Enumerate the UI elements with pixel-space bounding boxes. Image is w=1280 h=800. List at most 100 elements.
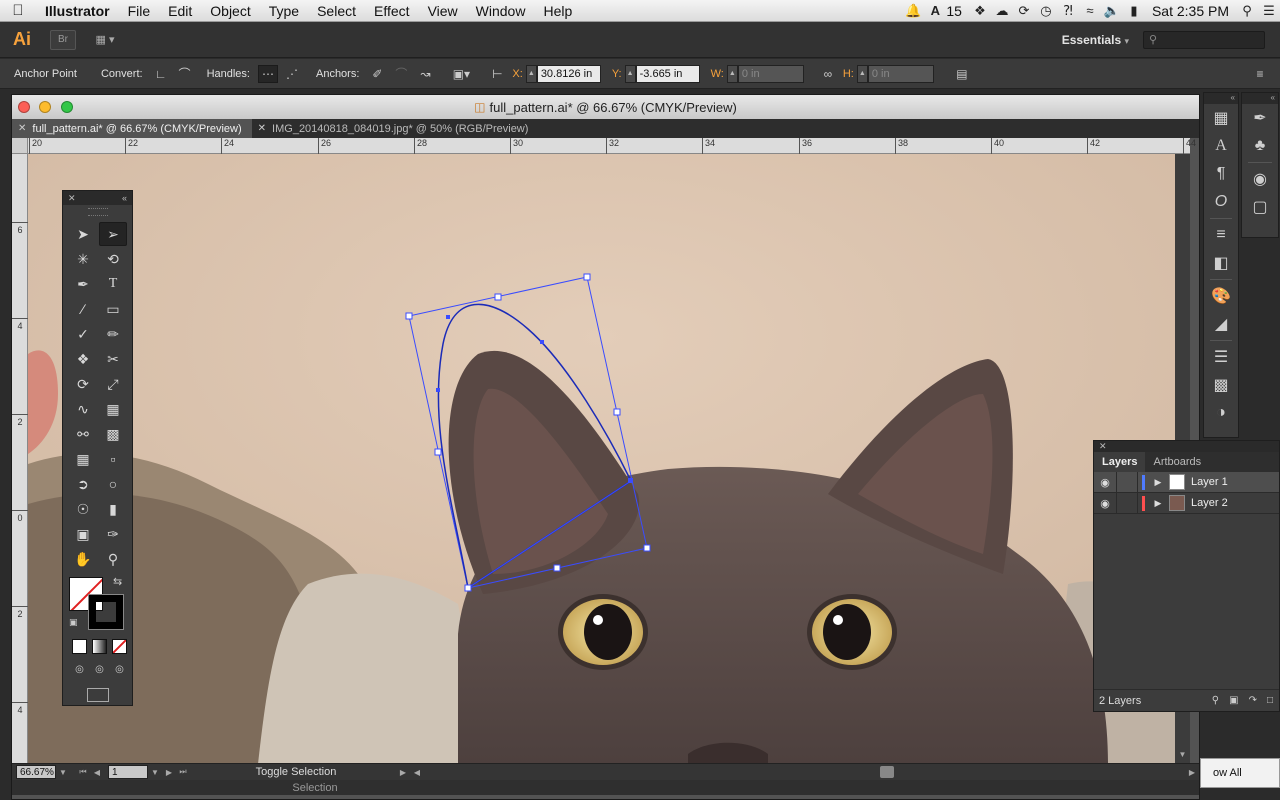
notification-bell-icon[interactable]: 🔔 bbox=[902, 3, 924, 19]
color-panel-icon[interactable]: 🎨 bbox=[1204, 282, 1238, 310]
apple-menu-icon[interactable]:  bbox=[0, 2, 36, 19]
adobe-updates-icon[interactable]: A bbox=[924, 3, 946, 18]
mesh-tool-icon[interactable]: ▦ bbox=[69, 447, 97, 471]
zoom-window-button[interactable] bbox=[61, 101, 73, 113]
pen-tool-icon[interactable]: ✒ bbox=[69, 272, 97, 296]
tab-layers[interactable]: Layers bbox=[1094, 452, 1146, 472]
draw-behind-icon[interactable]: ◎ bbox=[92, 664, 107, 678]
selection-tool-icon[interactable]: ➤ bbox=[69, 222, 97, 246]
bluetooth-icon[interactable]: ⁈ bbox=[1057, 3, 1079, 19]
menu-view[interactable]: View bbox=[419, 3, 467, 19]
new-layer-icon[interactable]: □ bbox=[1267, 695, 1273, 706]
vertical-ruler[interactable]: 6 4 2 0 2 4 bbox=[12, 154, 28, 764]
draw-normal-icon[interactable]: ◎ bbox=[72, 664, 87, 678]
horizontal-scrollbar[interactable] bbox=[440, 766, 1175, 778]
isolate-object-icon[interactable]: ▣▾ bbox=[451, 65, 471, 83]
transparency-panel-icon[interactable]: ◑ bbox=[1204, 399, 1238, 427]
zoom-dropdown-icon[interactable]: ▼ bbox=[56, 768, 70, 777]
panel-menu-icon[interactable]: ≡ bbox=[1250, 65, 1270, 83]
scroll-left-icon[interactable]: ◀ bbox=[410, 768, 424, 777]
previous-artboard-icon[interactable]: ◀ bbox=[90, 768, 104, 777]
connect-anchors-icon[interactable]: ⌒ bbox=[391, 65, 411, 83]
clock[interactable]: Sat 2:35 PM bbox=[1145, 3, 1236, 19]
notification-center-icon[interactable]: ☰ bbox=[1258, 3, 1280, 19]
close-window-button[interactable] bbox=[18, 101, 30, 113]
artboard-canvas[interactable] bbox=[28, 154, 1175, 764]
color-mode-icon[interactable] bbox=[72, 639, 87, 654]
make-clipping-mask-icon[interactable]: ▣ bbox=[1229, 695, 1238, 706]
last-artboard-icon[interactable]: ⏭ bbox=[176, 767, 190, 777]
symbols-panel-icon[interactable]: ♣ bbox=[1242, 132, 1278, 160]
close-panel-icon[interactable]: ✕ bbox=[68, 193, 76, 204]
default-fill-stroke-icon[interactable]: ▣ bbox=[69, 617, 78, 628]
x-position-input[interactable] bbox=[536, 64, 601, 83]
spotlight-search-icon[interactable]: ⚲ bbox=[1236, 3, 1258, 19]
color-guide-panel-icon[interactable]: ◢ bbox=[1204, 310, 1238, 338]
horizontal-ruler[interactable]: 20 22 24 26 28 30 32 34 36 38 40 42 44 bbox=[28, 138, 1196, 154]
blend-tool-icon[interactable]: ○ bbox=[99, 472, 127, 496]
gradient-tool-icon[interactable]: ▫ bbox=[99, 447, 127, 471]
gradient-panel-icon[interactable]: ▩ bbox=[1204, 371, 1238, 399]
lock-toggle[interactable] bbox=[1116, 492, 1138, 514]
rotate-tool-icon[interactable]: ⟳ bbox=[69, 372, 97, 396]
draw-inside-icon[interactable]: ◎ bbox=[112, 664, 127, 678]
align-panel-icon[interactable]: ≡ bbox=[1204, 221, 1238, 249]
rectangle-tool-icon[interactable]: ▭ bbox=[99, 297, 127, 321]
app-menu[interactable]: Illustrator bbox=[36, 3, 119, 19]
lasso-tool-icon[interactable]: ⟲ bbox=[99, 247, 127, 271]
bounding-box-handles[interactable] bbox=[405, 273, 651, 592]
collapse-dock-icon[interactable]: « bbox=[1242, 93, 1278, 104]
zoom-level-field[interactable]: 66.67% bbox=[16, 765, 56, 779]
paragraph-panel-icon[interactable]: ¶ bbox=[1204, 160, 1238, 188]
menu-help[interactable]: Help bbox=[534, 3, 581, 19]
stroke-swatch[interactable] bbox=[88, 594, 124, 630]
create-sublayer-icon[interactable]: ↷ bbox=[1249, 695, 1257, 706]
appearance-panel-icon[interactable]: ◉ bbox=[1242, 165, 1278, 193]
artboards-panel-icon[interactable]: ▦ bbox=[1204, 104, 1238, 132]
w-stepper[interactable]: ▲ bbox=[726, 64, 738, 83]
anchor-points[interactable] bbox=[436, 315, 633, 483]
tab-artboards[interactable]: Artboards bbox=[1145, 452, 1209, 472]
battery-icon[interactable]: ▮ bbox=[1123, 3, 1145, 19]
layer-name[interactable]: Layer 2 bbox=[1191, 497, 1228, 509]
convert-to-smooth-icon[interactable]: ⌒ bbox=[175, 65, 195, 83]
zoom-tool-icon[interactable]: ⚲ bbox=[99, 547, 127, 571]
panel-grip[interactable] bbox=[87, 208, 108, 216]
close-tab-icon[interactable]: ✕ bbox=[258, 123, 266, 134]
sync-icon[interactable]: ⟳ bbox=[1013, 3, 1035, 19]
shape-builder-tool-icon[interactable]: ⚯ bbox=[69, 422, 97, 446]
volume-icon[interactable]: 🔈 bbox=[1101, 3, 1123, 19]
h-stepper[interactable]: ▲ bbox=[856, 64, 868, 83]
ruler-origin[interactable] bbox=[12, 138, 28, 154]
artboard-number-field[interactable]: 1 bbox=[108, 765, 148, 779]
layer-row-layer-2[interactable]: ◉ ▶ Layer 2 bbox=[1094, 492, 1279, 514]
screen-mode-icon[interactable] bbox=[86, 688, 109, 702]
layer-row-layer-1[interactable]: ◉ ▶ Layer 1 bbox=[1094, 471, 1279, 493]
menu-edit[interactable]: Edit bbox=[159, 3, 201, 19]
tools-panel-header[interactable]: ✕ « bbox=[63, 191, 132, 205]
menu-file[interactable]: File bbox=[119, 3, 160, 19]
show-handles-icon[interactable]: ⋯ bbox=[257, 64, 278, 83]
menu-object[interactable]: Object bbox=[201, 3, 259, 19]
creative-cloud-icon[interactable]: ☁ bbox=[991, 3, 1013, 19]
show-all-button[interactable]: ow All bbox=[1200, 758, 1280, 788]
type-tool-icon[interactable]: T bbox=[99, 272, 127, 296]
perspective-grid-tool-icon[interactable]: ▩ bbox=[99, 422, 127, 446]
scissors-tool-icon[interactable]: ✂ bbox=[99, 347, 127, 371]
close-tab-icon[interactable]: ✕ bbox=[18, 123, 26, 134]
hide-handles-icon[interactable]: ⋰ bbox=[282, 65, 302, 83]
graphic-styles-panel-icon[interactable]: ▢ bbox=[1242, 193, 1278, 221]
collapse-dock-icon[interactable]: « bbox=[1204, 93, 1238, 104]
none-mode-icon[interactable] bbox=[112, 639, 127, 654]
arrange-documents-icon[interactable]: ▦ ▾ bbox=[88, 30, 122, 50]
pencil-tool-icon[interactable]: ✏ bbox=[99, 322, 127, 346]
stroke-panel-icon[interactable]: ☰ bbox=[1204, 343, 1238, 371]
artboard-dropdown-icon[interactable]: ▼ bbox=[148, 768, 162, 777]
scroll-down-icon[interactable]: ▼ bbox=[1175, 750, 1190, 762]
visibility-eye-icon[interactable]: ◉ bbox=[1094, 476, 1116, 489]
tab-full-pattern[interactable]: ✕ full_pattern.ai* @ 66.67% (CMYK/Previe… bbox=[12, 119, 252, 138]
free-transform-tool-icon[interactable]: ▦ bbox=[99, 397, 127, 421]
paintbrush-tool-icon[interactable]: ✓ bbox=[69, 322, 97, 346]
pathfinder-panel-icon[interactable]: ◧ bbox=[1204, 249, 1238, 277]
help-search-input[interactable]: ⚲ bbox=[1143, 30, 1265, 49]
